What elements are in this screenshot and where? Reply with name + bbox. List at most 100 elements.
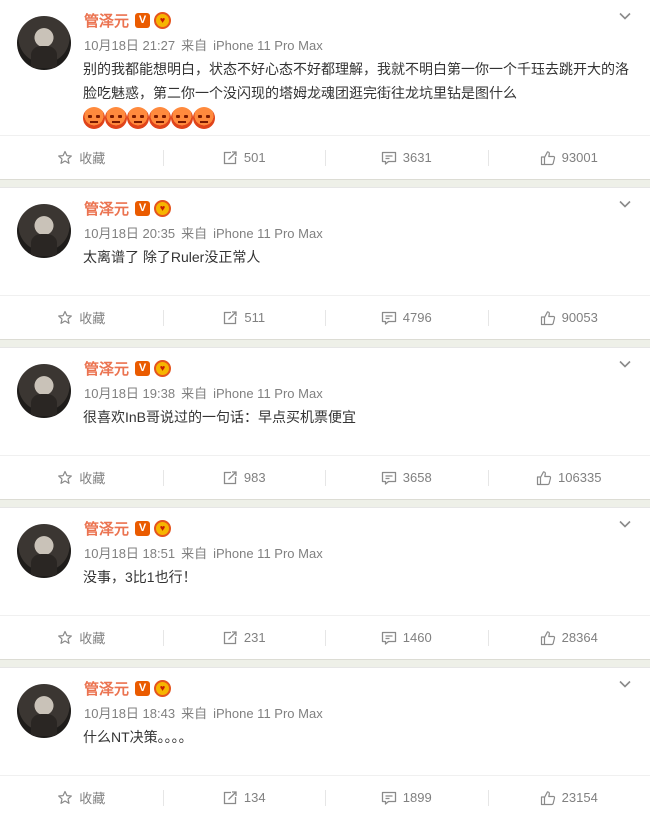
favorite-button[interactable]: 收藏 [0,296,163,339]
repost-button[interactable]: 511 [162,296,326,339]
star-icon [58,470,73,484]
comment-count: 4796 [402,310,432,325]
weibo-post: 管泽元 V ♥ 10月18日 20:35 来自 iPhone 11 Pro Max … [0,187,650,339]
comment-button[interactable]: 1899 [325,776,488,817]
fan-badge-icon: ♥ [154,11,172,29]
repost-icon [223,150,237,164]
author-name[interactable]: 管泽元 [84,678,129,699]
favorite-button[interactable]: 收藏 [0,136,163,179]
post-meta: 10月18日 20:35 来自 iPhone 11 Pro Max [84,223,329,242]
chevron-down-icon[interactable] [618,517,632,531]
post-separator [0,339,650,347]
avatar[interactable] [17,16,71,70]
weibo-post: 管泽元 V ♥ 10月18日 21:27 来自 iPhone 11 Pro Max … [0,0,650,179]
repost-button[interactable]: 134 [162,776,326,817]
like-button[interactable]: 106335 [487,456,650,499]
repost-count: 511 [244,310,266,325]
avatar[interactable] [17,684,71,738]
post-text-container: 没事，3比1也行！ [83,565,633,591]
post-header: 管泽元 V ♥ [84,197,172,219]
verified-icon: V [135,200,151,216]
post-actions: 收藏 134 1899 23154 [0,775,650,817]
star-icon [58,150,73,164]
post-meta: 10月18日 21:27 来自 iPhone 11 Pro Max [84,35,329,54]
favorite-button[interactable]: 收藏 [0,776,163,817]
repost-button[interactable]: 231 [162,616,326,659]
weibo-post: 管泽元 V ♥ 10月18日 19:38 来自 iPhone 11 Pro Max … [0,347,650,499]
comment-count: 3631 [402,150,432,165]
favorite-button[interactable]: 收藏 [0,456,163,499]
chevron-down-icon[interactable] [618,9,632,23]
post-text-container: 太离谱了 除了Ruler没正常人 [83,245,633,271]
post-time[interactable]: 10月18日 18:43 [84,706,175,721]
repost-button[interactable]: 501 [162,136,326,179]
comment-count: 1899 [402,790,432,805]
author-name[interactable]: 管泽元 [84,198,129,219]
comment-icon [381,631,396,645]
source-prefix: 来自 [181,38,208,53]
device-source: iPhone 11 Pro Max [213,706,323,721]
device-source: iPhone 11 Pro Max [213,386,323,401]
chevron-down-icon[interactable] [618,197,632,211]
comment-button[interactable]: 3658 [325,456,488,499]
post-header: 管泽元 V ♥ [84,357,172,379]
favorite-button[interactable]: 收藏 [0,616,163,659]
source-prefix: 来自 [181,386,208,401]
angry-face-icon [171,107,193,129]
post-separator [0,659,650,667]
post-text: 没事，3比1也行！ [83,569,197,585]
like-count: 106335 [558,470,602,485]
post-body: 管泽元 V ♥ 10月18日 18:43 来自 iPhone 11 Pro Max … [0,668,650,745]
weibo-feed: 管泽元 V ♥ 10月18日 21:27 来自 iPhone 11 Pro Max … [0,0,650,817]
angry-face-icon [83,107,105,129]
favorite-label: 收藏 [79,791,106,806]
author-name[interactable]: 管泽元 [84,10,129,31]
post-body: 管泽元 V ♥ 10月18日 20:35 来自 iPhone 11 Pro Max … [0,188,650,265]
thumbs-up-icon [536,470,552,485]
post-actions: 收藏 231 1460 28364 [0,615,650,659]
post-time[interactable]: 10月18日 19:38 [84,386,175,401]
thumbs-up-icon [540,630,555,645]
post-time[interactable]: 10月18日 21:27 [84,38,175,53]
like-button[interactable]: 93001 [487,136,650,179]
favorite-label: 收藏 [79,471,106,486]
repost-count: 134 [243,790,266,805]
device-source: iPhone 11 Pro Max [213,38,323,53]
like-button[interactable]: 90053 [487,296,650,339]
post-body: 管泽元 V ♥ 10月18日 19:38 来自 iPhone 11 Pro Max … [0,348,650,425]
avatar[interactable] [17,364,71,418]
avatar[interactable] [17,204,71,258]
comment-icon [381,471,396,485]
repost-count: 501 [243,150,266,165]
like-button[interactable]: 23154 [487,776,650,817]
post-time[interactable]: 10月18日 20:35 [84,226,175,241]
like-button[interactable]: 28364 [487,616,650,659]
comment-button[interactable]: 4796 [325,296,488,339]
repost-icon [224,310,238,324]
star-icon [58,310,73,324]
chevron-down-icon[interactable] [618,357,632,371]
comment-count: 1460 [402,630,432,645]
post-separator [0,179,650,187]
fan-badge-icon: ♥ [154,519,172,537]
weibo-post: 管泽元 V ♥ 10月18日 18:51 来自 iPhone 11 Pro Max … [0,507,650,659]
post-text: 很喜欢InB哥说过的一句话：早点买机票便宜 [83,409,357,425]
author-name[interactable]: 管泽元 [84,358,129,379]
post-text-container: 什么NT决策。。。。 [83,725,633,751]
avatar[interactable] [17,524,71,578]
fan-badge-icon: ♥ [154,359,172,377]
comment-button[interactable]: 3631 [325,136,488,179]
post-text: 什么NT决策。。。。 [83,729,193,745]
author-name[interactable]: 管泽元 [84,518,129,539]
post-meta: 10月18日 18:51 来自 iPhone 11 Pro Max [84,543,329,562]
verified-icon: V [135,520,151,536]
fan-badge-icon: ♥ [154,679,172,697]
comment-button[interactable]: 1460 [325,616,488,659]
post-meta: 10月18日 19:38 来自 iPhone 11 Pro Max [84,383,329,402]
chevron-down-icon[interactable] [618,677,632,691]
post-time[interactable]: 10月18日 18:51 [84,546,175,561]
verified-icon: V [135,12,151,28]
repost-button[interactable]: 983 [162,456,326,499]
post-actions: 收藏 511 4796 90053 [0,295,650,339]
device-source: iPhone 11 Pro Max [213,546,323,561]
